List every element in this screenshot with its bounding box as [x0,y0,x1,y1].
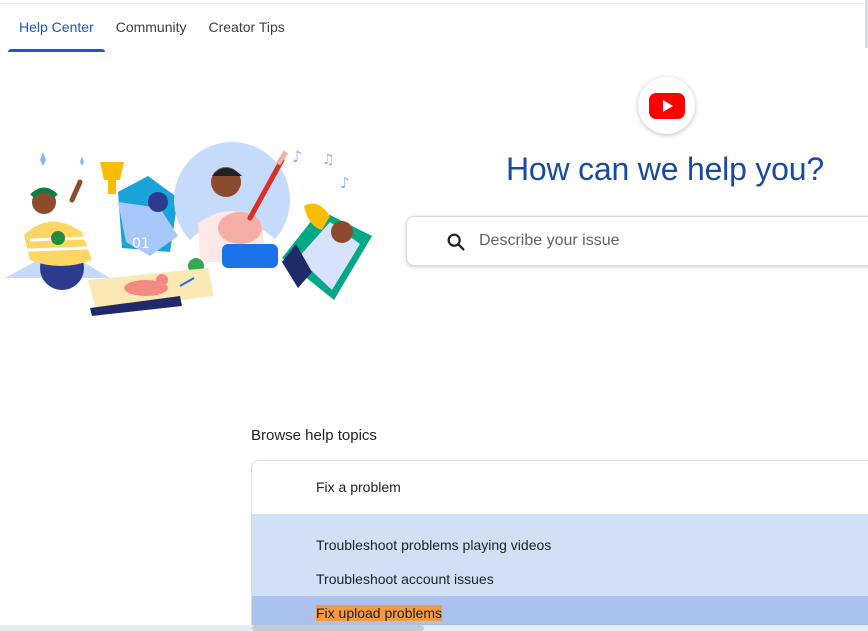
search-box[interactable] [406,216,868,266]
svg-text:♪: ♪ [292,147,302,166]
search-input[interactable] [479,217,859,265]
youtube-logo-badge [638,77,695,134]
svg-text:♪: ♪ [340,174,350,192]
tab-community[interactable]: Community [105,6,198,52]
scrollbar-thumb[interactable] [252,625,424,631]
page-title: How can we help you? [506,151,824,187]
tab-creator-tips[interactable]: Creator Tips [198,6,296,52]
svg-text:♫: ♫ [322,152,335,168]
horizontal-scrollbar[interactable] [0,625,868,631]
tab-help-center[interactable]: Help Center [8,6,105,52]
topic-link-playing-videos[interactable]: Troubleshoot problems playing videos [252,528,868,562]
svg-text:01: 01 [132,236,150,252]
browse-topics-heading: Browse help topics [251,427,377,444]
topic-link-upload-problems-label: Fix upload problems [316,605,443,621]
topic-list: Troubleshoot problems playing videos Tro… [252,514,868,630]
topic-link-account-issues[interactable]: Troubleshoot account issues [252,562,868,596]
topic-card-title[interactable]: Fix a problem [252,461,868,514]
topic-card-fix-a-problem: Fix a problem Troubleshoot problems play… [251,460,868,631]
search-icon[interactable] [445,231,467,253]
hero-illustration: ♪ ♫ ♪ 01 [5,142,372,316]
top-nav-tabs: Help Center Community Creator Tips [8,6,296,52]
youtube-play-icon [648,92,685,119]
top-border [0,0,868,4]
